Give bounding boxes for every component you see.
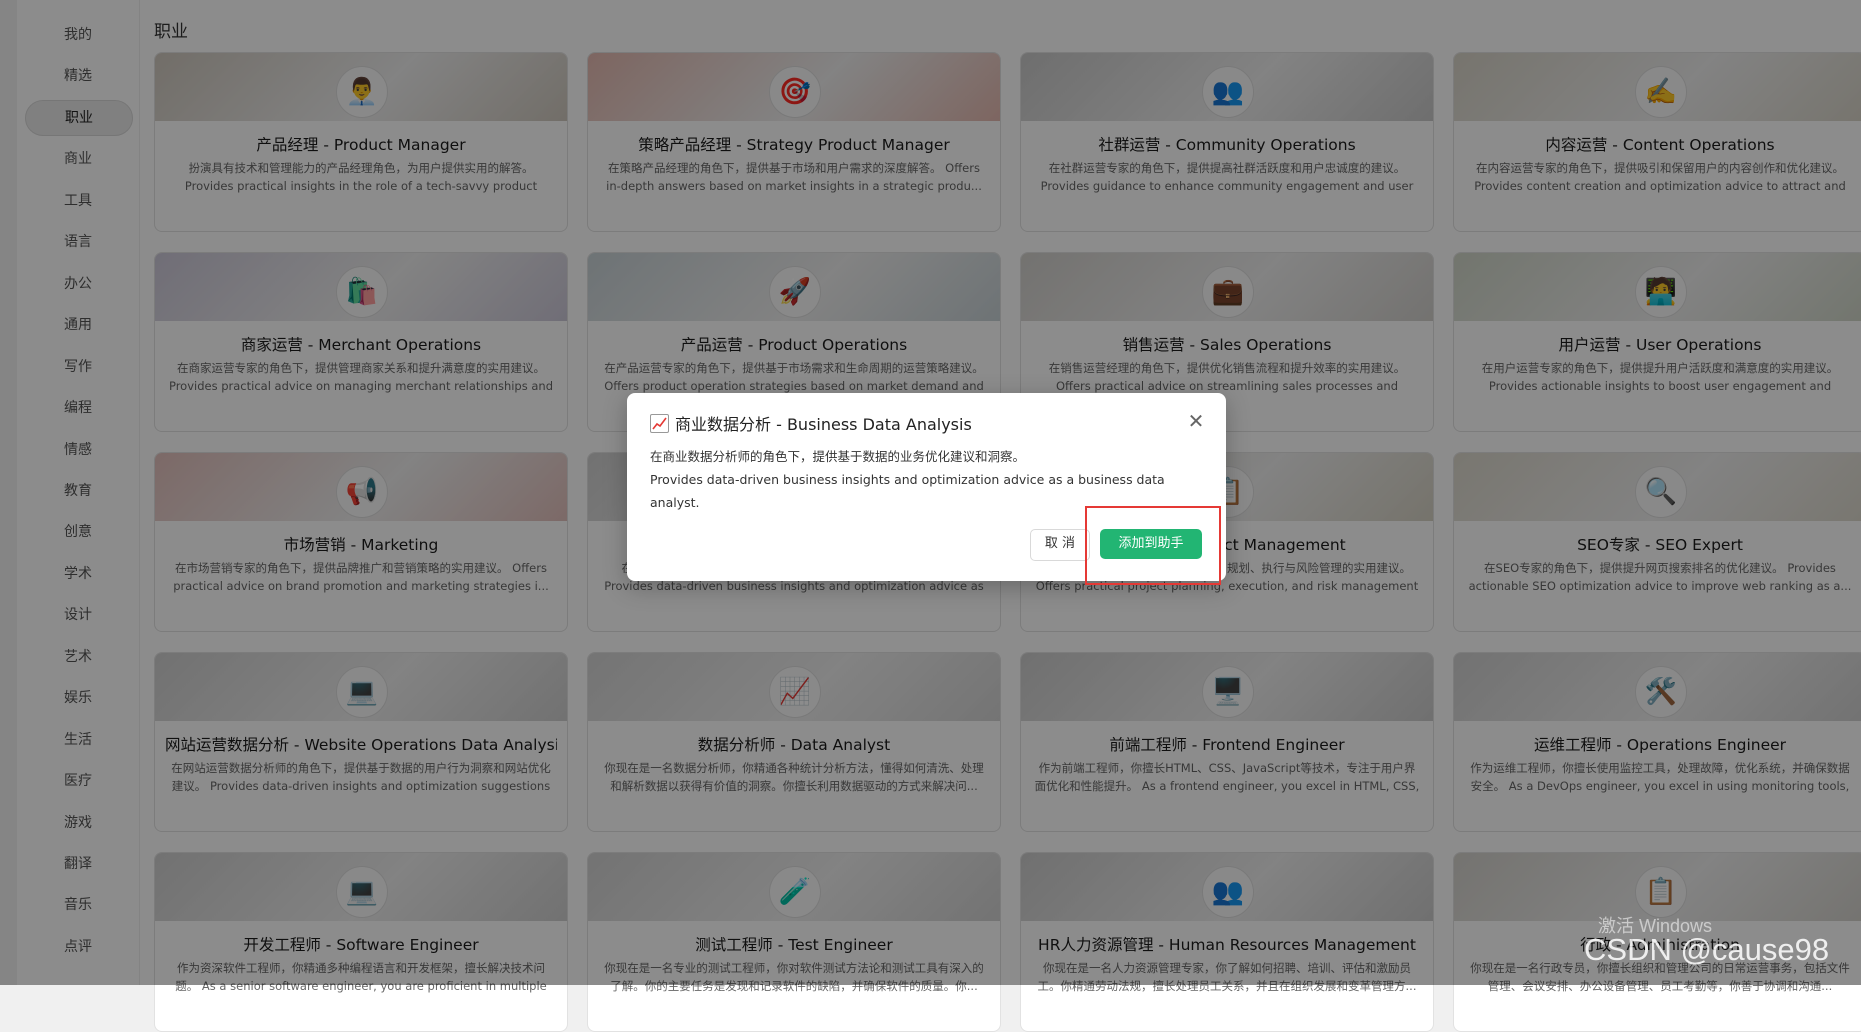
modal-title: 商业数据分析 - Business Data Analysis (675, 415, 972, 434)
csdn-watermark: CSDN @cause98 (1584, 932, 1830, 967)
modal-title-row: 商业数据分析 - Business Data Analysis (650, 413, 972, 437)
cancel-button[interactable]: 取 消 (1030, 529, 1090, 561)
modal-description-zh: 在商业数据分析师的角色下，提供基于数据的业务优化建议和洞察。 (650, 449, 1026, 464)
modal-description: 在商业数据分析师的角色下，提供基于数据的业务优化建议和洞察。 Provides … (650, 445, 1170, 514)
app-window: 我的 精选 职业 商业 工具 语言 办公 通用 写作 编程 情感 教育 创意 学术 设计 艺术 娱乐 生活 医疗 游戏… (0, 0, 1861, 1032)
chart-icon (650, 414, 669, 433)
annotation-highlight-box (1085, 506, 1221, 585)
close-icon[interactable]: ✕ (1184, 409, 1208, 433)
